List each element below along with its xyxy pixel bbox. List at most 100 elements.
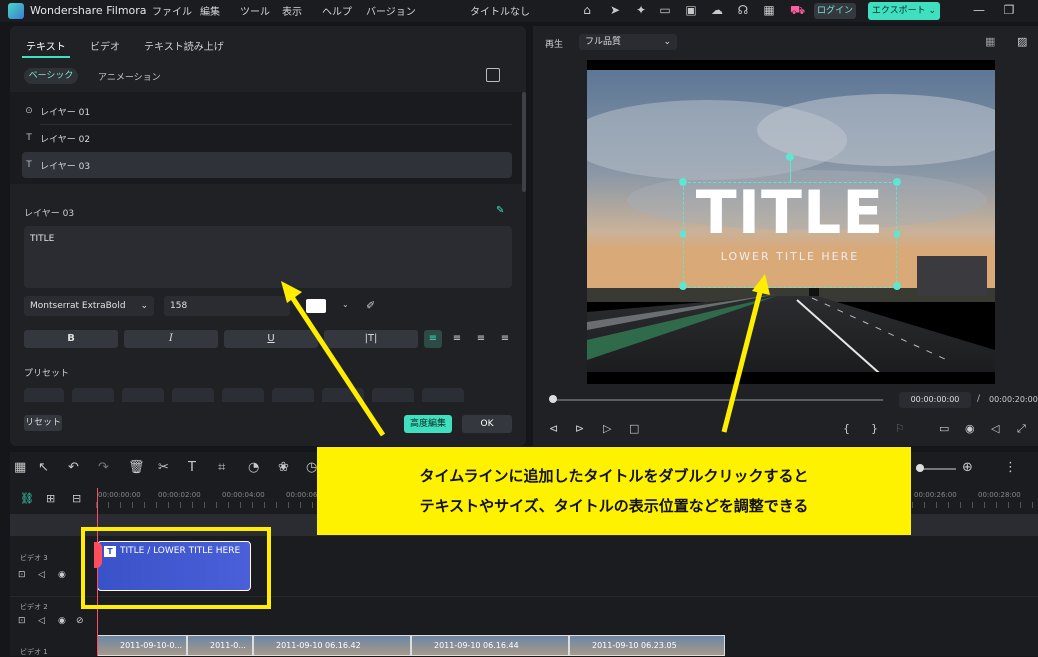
- zoom-handle[interactable]: [916, 464, 924, 472]
- link-icon[interactable]: ⛓: [20, 492, 34, 505]
- grid-view-icon[interactable]: ▦: [985, 35, 995, 48]
- scrub-bar[interactable]: [553, 399, 883, 401]
- video-clip[interactable]: 2011-09-10 06.16.42: [253, 635, 411, 656]
- monitor-icon[interactable]: ▭: [658, 3, 672, 17]
- resize-handle[interactable]: [679, 178, 687, 186]
- menu-version[interactable]: バージョン: [366, 3, 416, 18]
- preset-thumb[interactable]: [172, 388, 214, 402]
- eyedropper-icon[interactable]: ✐: [366, 299, 375, 312]
- align-justify-icon[interactable]: ≡: [496, 330, 514, 348]
- save-preset-icon[interactable]: [486, 68, 500, 82]
- fullscreen-icon[interactable]: ⤢: [1017, 422, 1026, 436]
- mute-icon[interactable]: ⊘: [76, 616, 84, 626]
- preset-thumb[interactable]: [372, 388, 414, 402]
- send-icon[interactable]: ➤: [608, 3, 622, 17]
- timer-icon[interactable]: ◷: [306, 460, 317, 475]
- color-icon[interactable]: ❀: [278, 460, 289, 475]
- video-clip[interactable]: 2011-09-10 06.16.44: [411, 635, 569, 656]
- menu-tools[interactable]: ツール: [240, 3, 270, 18]
- bold-button[interactable]: B: [24, 330, 118, 348]
- tab-tts[interactable]: テキスト読み上げ: [144, 38, 224, 53]
- text-color-swatch[interactable]: [306, 299, 326, 313]
- save-icon[interactable]: ▣: [684, 3, 698, 17]
- tab-text[interactable]: テキスト: [26, 38, 66, 53]
- layer-item-selected[interactable]: T レイヤー 03: [22, 152, 512, 178]
- headset-icon[interactable]: ☊: [736, 3, 750, 17]
- layout-icon[interactable]: ▦: [14, 460, 26, 475]
- align-center-icon[interactable]: ≡: [448, 330, 466, 348]
- resize-handle[interactable]: [893, 282, 901, 290]
- lock-icon[interactable]: ⊡: [18, 570, 26, 580]
- lock-icon[interactable]: ⊡: [18, 616, 26, 626]
- export-button[interactable]: エクスポート ⌄: [868, 2, 940, 20]
- layer-item[interactable]: ⊙ レイヤー 01: [22, 98, 512, 124]
- resize-handle[interactable]: [893, 178, 901, 186]
- preset-thumb[interactable]: [322, 388, 364, 402]
- volume-icon[interactable]: ◁: [38, 616, 45, 626]
- crop-icon[interactable]: ⌗: [218, 460, 225, 475]
- video-clip[interactable]: 2011-09-10-0...: [97, 635, 187, 656]
- preset-thumb[interactable]: [72, 388, 114, 402]
- eye-icon[interactable]: ◉: [58, 616, 66, 626]
- text-content-input[interactable]: TITLE: [24, 226, 512, 288]
- align-right-icon[interactable]: ≡: [472, 330, 490, 348]
- resize-handle[interactable]: [679, 282, 687, 290]
- tab-video[interactable]: ビデオ: [90, 38, 120, 53]
- menu-file[interactable]: ファイル: [152, 3, 192, 18]
- panel-scrollbar[interactable]: [522, 92, 526, 192]
- reset-button[interactable]: リセット: [24, 415, 62, 431]
- menu-view[interactable]: 表示: [282, 3, 302, 18]
- bulb-icon[interactable]: ✦: [634, 3, 648, 17]
- resize-handle[interactable]: [680, 231, 686, 237]
- advanced-edit-button[interactable]: 高度編集: [404, 415, 452, 433]
- track-manage-icon[interactable]: ⊟: [72, 492, 81, 505]
- quality-select[interactable]: フル品質 ⌄: [579, 34, 677, 50]
- font-size-select[interactable]: 158: [164, 296, 290, 316]
- letter-spacing-button[interactable]: |T|: [324, 330, 418, 348]
- play-icon[interactable]: ▷: [603, 422, 611, 435]
- underline-button[interactable]: U: [224, 330, 318, 348]
- camera-icon[interactable]: ◉: [965, 422, 975, 435]
- italic-button[interactable]: I: [124, 330, 218, 348]
- resize-handle[interactable]: [894, 231, 900, 237]
- apps-icon[interactable]: ▦: [762, 3, 776, 17]
- mark-out-icon[interactable]: }: [871, 422, 878, 435]
- gift-icon[interactable]: ⌂: [580, 3, 594, 17]
- subtab-basic[interactable]: ベーシック: [24, 68, 78, 84]
- delete-icon[interactable]: 🗑: [128, 460, 145, 475]
- preset-thumb[interactable]: [122, 388, 164, 402]
- subtab-animation[interactable]: アニメーション: [98, 70, 161, 83]
- ok-button[interactable]: OK: [462, 415, 512, 433]
- scrub-handle[interactable]: [549, 395, 557, 403]
- minimize-icon[interactable]: —: [972, 3, 986, 17]
- display-icon[interactable]: ▭: [939, 422, 949, 435]
- layer-item[interactable]: T レイヤー 02: [22, 125, 512, 151]
- redo-icon[interactable]: ↷: [98, 460, 109, 475]
- cart-icon[interactable]: ⛟: [790, 3, 805, 17]
- preset-thumb[interactable]: [24, 388, 64, 402]
- menu-edit[interactable]: 編集: [200, 3, 220, 18]
- ai-pen-icon[interactable]: ✎: [496, 205, 504, 216]
- volume-icon[interactable]: ◁: [991, 422, 999, 435]
- add-track-icon[interactable]: ⊞: [46, 492, 55, 505]
- prev-frame-icon[interactable]: ⊲: [549, 422, 558, 435]
- more-icon[interactable]: ⋮: [1004, 460, 1017, 475]
- undo-icon[interactable]: ↶: [68, 460, 79, 475]
- current-time[interactable]: 00:00:00:00: [899, 392, 971, 408]
- preset-thumb[interactable]: [422, 388, 464, 402]
- preset-thumb[interactable]: [272, 388, 314, 402]
- stop-icon[interactable]: □: [629, 422, 639, 435]
- split-icon[interactable]: ✂: [158, 460, 169, 475]
- align-left-icon[interactable]: ≡: [424, 330, 442, 348]
- zoom-in-icon[interactable]: ⊕: [962, 460, 973, 475]
- font-select[interactable]: Montserrat ExtraBold ⌄: [24, 296, 154, 316]
- step-play-icon[interactable]: ⊳: [575, 422, 584, 435]
- text-tool-icon[interactable]: T: [188, 460, 196, 475]
- cloud-icon[interactable]: ☁: [710, 3, 724, 17]
- video-preview[interactable]: TITLE LOWER TITLE HERE: [587, 60, 995, 384]
- preset-thumb[interactable]: [222, 388, 264, 402]
- video-clip[interactable]: 2011-0...: [187, 635, 253, 656]
- login-button[interactable]: ログイン: [814, 3, 856, 19]
- restore-icon[interactable]: ❐: [1002, 3, 1016, 17]
- menu-help[interactable]: ヘルプ: [322, 3, 352, 18]
